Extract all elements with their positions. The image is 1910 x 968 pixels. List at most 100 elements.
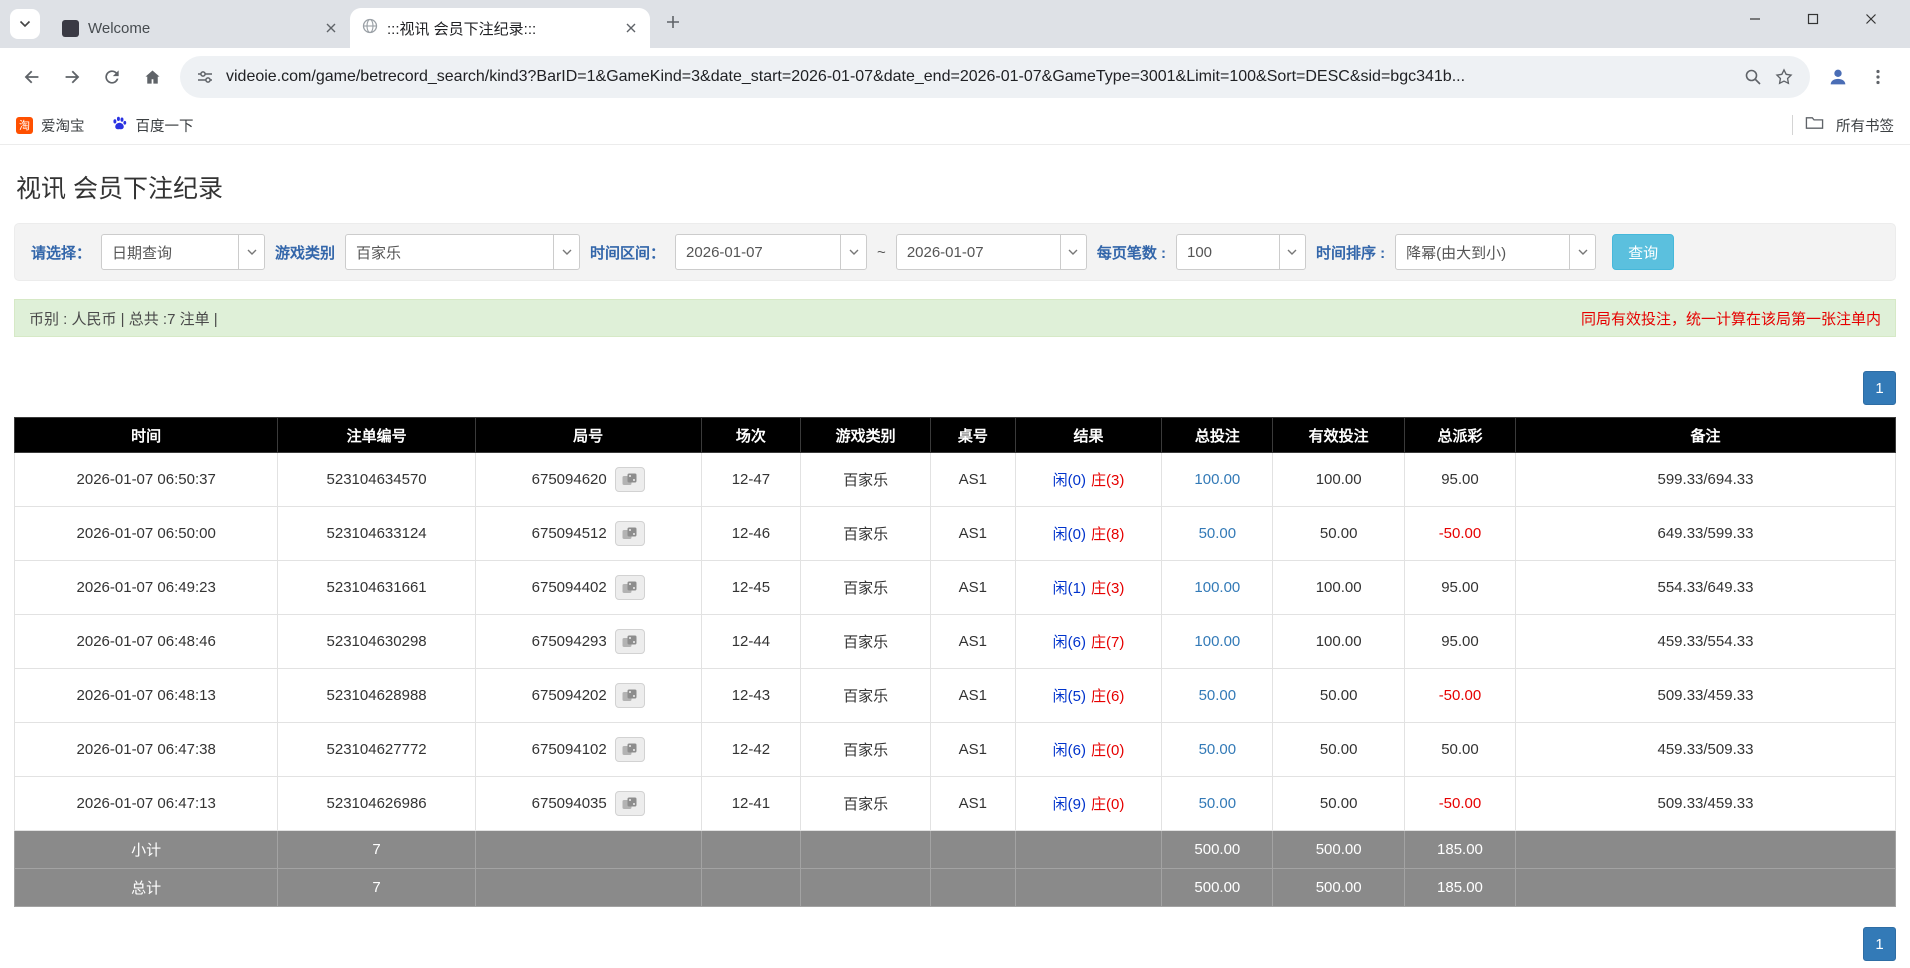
forward-button[interactable] (52, 57, 92, 97)
cell-total-bet: 50.00 (1161, 668, 1274, 723)
total-bet-link[interactable]: 50.00 (1199, 741, 1237, 758)
empty-cell (800, 868, 932, 907)
cell-round-number: 675094102 (474, 722, 702, 777)
cell-bet-number: 523104628988 (277, 668, 476, 723)
browser-tab-welcome[interactable]: Welcome (50, 8, 350, 48)
cell-round-number: 675094293 (474, 614, 702, 669)
window-controls (1726, 0, 1900, 38)
cell-remark: 649.33/599.33 (1514, 506, 1897, 561)
query-type-select[interactable]: 日期查询 (101, 234, 266, 270)
cell-table-number: AS1 (930, 506, 1016, 561)
round-number: 675094035 (531, 795, 607, 812)
column-header: 结果 (1014, 417, 1163, 453)
total-bet-link[interactable]: 50.00 (1199, 525, 1237, 542)
bet-records-table: 时间 注单编号 局号 场次 游戏类别 桌号 结果 总投注 有效投注 总派彩 备注 2026-01-0… (13, 417, 1897, 907)
cell-total-bet: 100.00 (1161, 614, 1274, 669)
round-video-icon[interactable] (614, 467, 645, 492)
total-bet-link[interactable]: 50.00 (1199, 687, 1237, 704)
game-type-select[interactable]: 百家乐 (345, 234, 581, 270)
cell-result: 闲(6) 庄(7) (1014, 614, 1163, 669)
table-row: 2026-01-07 06:48:46 523104630298 6750942… (13, 614, 1897, 669)
cell-remark: 554.33/649.33 (1514, 560, 1897, 615)
total-bet-link[interactable]: 100.00 (1194, 471, 1240, 488)
empty-cell (700, 868, 802, 907)
close-tab-icon[interactable] (320, 17, 342, 39)
zoom-icon[interactable] (1744, 68, 1762, 86)
round-video-icon[interactable] (614, 575, 645, 600)
cell-total-bet: 50.00 (1161, 776, 1274, 831)
folder-icon (1805, 115, 1824, 135)
page-content: 视讯 会员下注纪录 请选择： 日期查询 游戏类别 百家乐 时间区间： 2026-… (0, 169, 1910, 961)
url-text[interactable]: videoie.com/game/betrecord_search/kind3?… (226, 68, 1732, 86)
round-video-icon[interactable] (614, 629, 645, 654)
table-row: 2026-01-07 06:50:37 523104634570 6750946… (13, 452, 1897, 507)
bookmark-star-icon[interactable] (1774, 67, 1794, 87)
date-end-select[interactable]: 2026-01-07 (895, 234, 1087, 270)
date-start-select[interactable]: 2026-01-07 (675, 234, 868, 270)
maximize-button[interactable] (1784, 0, 1842, 38)
cell-result: 闲(9) 庄(0) (1014, 776, 1163, 831)
cell-bet-number: 523104626986 (277, 776, 476, 831)
new-tab-button[interactable] (656, 7, 690, 41)
cell-session: 12-42 (700, 722, 802, 777)
cell-session: 12-44 (700, 614, 802, 669)
total-bet-link[interactable]: 50.00 (1199, 795, 1237, 812)
refresh-button[interactable] (92, 57, 132, 97)
tab-search-button[interactable] (10, 9, 40, 39)
table-row: 2026-01-07 06:50:00 523104633124 6750945… (13, 506, 1897, 561)
cell-result: 闲(0) 庄(3) (1014, 452, 1163, 507)
minimize-button[interactable] (1726, 0, 1784, 38)
cell-session: 12-45 (700, 560, 802, 615)
player-result: 闲(0) (1052, 472, 1086, 489)
site-info-icon[interactable] (196, 68, 214, 86)
page-number-button[interactable]: 1 (1863, 927, 1896, 961)
empty-cell (1514, 830, 1897, 869)
close-window-button[interactable] (1842, 0, 1900, 38)
menu-kebab-icon[interactable] (1858, 57, 1898, 97)
player-result: 闲(1) (1052, 580, 1086, 597)
page-number-button[interactable]: 1 (1863, 371, 1896, 405)
cell-session: 12-41 (700, 776, 802, 831)
empty-cell (930, 868, 1016, 907)
cell-valid-bet: 100.00 (1272, 452, 1405, 507)
bookmark-baidu[interactable]: 百度一下 (111, 115, 194, 136)
cell-round-number: 675094202 (474, 668, 702, 723)
round-video-icon[interactable] (614, 737, 645, 762)
profile-avatar-icon[interactable] (1818, 57, 1858, 97)
all-bookmarks[interactable]: 所有书签 (1792, 115, 1894, 136)
round-number: 675094293 (531, 633, 607, 650)
empty-cell (1014, 830, 1163, 869)
sort-order-select[interactable]: 降幂(由大到小) (1395, 234, 1597, 270)
table-row: 2026-01-07 06:48:13 523104628988 6750942… (13, 668, 1897, 723)
round-number: 675094620 (531, 471, 607, 488)
home-button[interactable] (132, 57, 172, 97)
address-bar[interactable]: videoie.com/game/betrecord_search/kind3?… (180, 56, 1810, 98)
column-header: 注单编号 (277, 417, 476, 453)
player-result: 闲(9) (1052, 796, 1086, 813)
bookmark-label: 百度一下 (135, 118, 194, 135)
cell-table-number: AS1 (930, 614, 1016, 669)
total-bet-link[interactable]: 100.00 (1194, 633, 1240, 650)
back-button[interactable] (12, 57, 52, 97)
search-button[interactable]: 查询 (1612, 234, 1675, 270)
round-video-icon[interactable] (614, 683, 645, 708)
bookmarks-bar: 淘 爱淘宝 百度一下 所有书签 (0, 106, 1910, 145)
column-header: 总投注 (1161, 417, 1274, 453)
round-video-icon[interactable] (614, 791, 645, 816)
per-page-select[interactable]: 100 (1175, 234, 1306, 270)
round-video-icon[interactable] (614, 521, 645, 546)
round-number: 675094512 (531, 525, 607, 542)
chevron-down-icon (1278, 235, 1305, 269)
total-bet-link[interactable]: 100.00 (1194, 579, 1240, 596)
chevron-down-icon (238, 235, 264, 269)
cell-remark: 459.33/554.33 (1514, 614, 1897, 669)
cell-remark: 509.33/459.33 (1514, 776, 1897, 831)
browser-tab-betrecord[interactable]: :::视讯 会员下注纪录::: (350, 8, 650, 48)
cell-round-number: 675094620 (474, 452, 702, 507)
close-tab-icon[interactable] (620, 17, 642, 39)
summary-info-bar: 币别 : 人民币 | 总共 :7 注单 | 同局有效投注，统一计算在该局第一张注… (14, 299, 1896, 337)
empty-cell (800, 830, 932, 869)
cell-payout: 50.00 (1403, 722, 1516, 777)
cell-table-number: AS1 (930, 560, 1016, 615)
bookmark-aitaobao[interactable]: 淘 爱淘宝 (16, 115, 85, 136)
